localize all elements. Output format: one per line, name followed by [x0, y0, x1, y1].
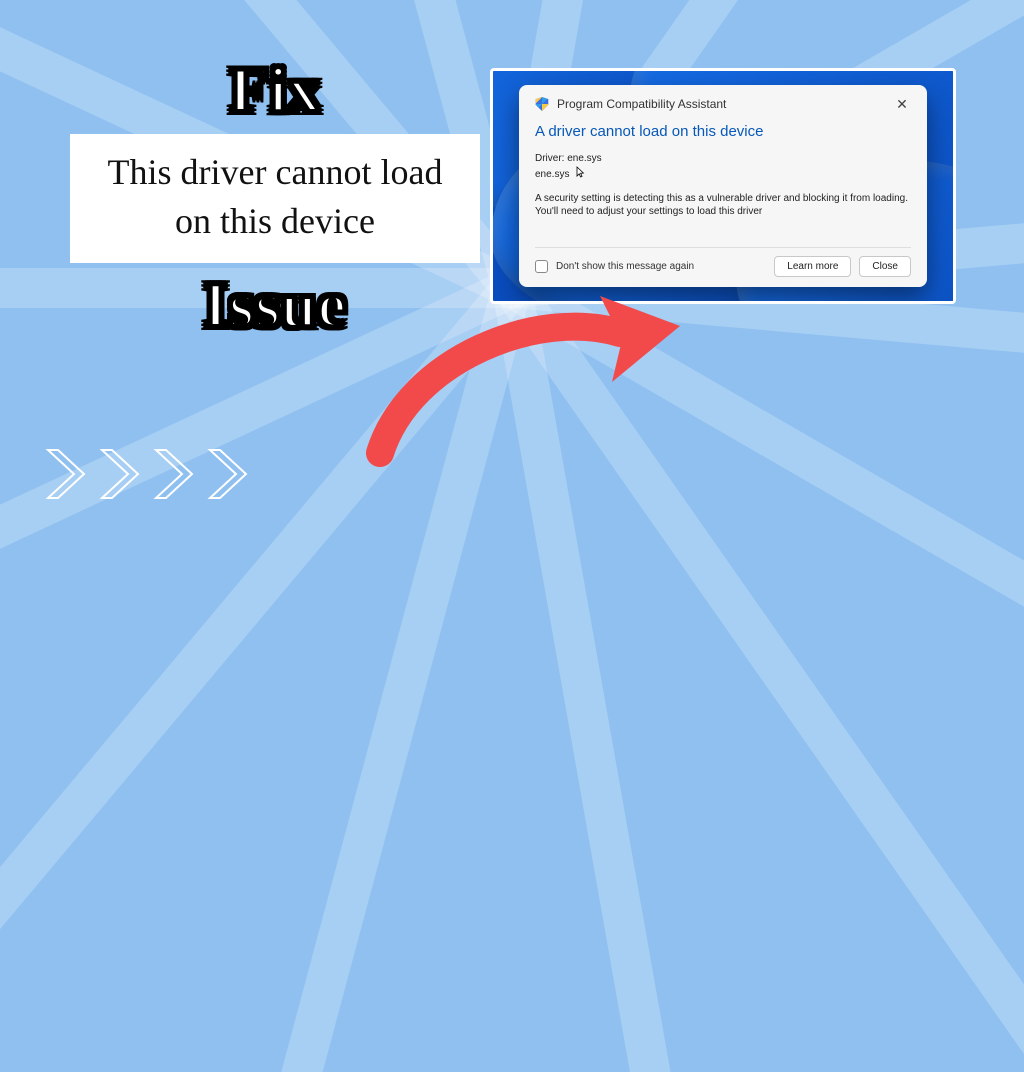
- dont-show-label: Don't show this message again: [556, 261, 694, 272]
- screenshot-panel: Program Compatibility Assistant ✕ A driv…: [490, 68, 956, 304]
- dialog-title-text: Program Compatibility Assistant: [557, 97, 726, 111]
- dialog-footer: Don't show this message again Learn more…: [535, 247, 911, 287]
- dialog-description: A security setting is detecting this as …: [535, 192, 911, 218]
- headline-top: Fix: [70, 58, 480, 122]
- compat-assistant-dialog: Program Compatibility Assistant ✕ A driv…: [519, 85, 927, 287]
- close-icon[interactable]: ✕: [893, 95, 911, 113]
- dialog-body: Driver: ene.sys ene.sys A security setti…: [535, 152, 911, 218]
- chevrons-decoration: [44, 446, 254, 502]
- cursor-icon: [576, 166, 586, 183]
- close-button[interactable]: Close: [859, 256, 911, 277]
- chevron-right-icon: [44, 446, 92, 502]
- headline-card: This driver cannot load on this device: [70, 134, 480, 263]
- chevron-right-icon: [98, 446, 146, 502]
- headline-block: Fix This driver cannot load on this devi…: [70, 58, 480, 337]
- driver-label-line: Driver: ene.sys: [535, 152, 911, 166]
- dialog-titlebar: Program Compatibility Assistant ✕: [535, 95, 911, 113]
- learn-more-button[interactable]: Learn more: [774, 256, 851, 277]
- dont-show-checkbox[interactable]: [535, 260, 548, 273]
- driver-file-line: ene.sys: [535, 169, 569, 180]
- headline-bottom: Issue: [70, 273, 480, 337]
- dialog-heading: A driver cannot load on this device: [535, 123, 911, 140]
- chevron-right-icon: [152, 446, 200, 502]
- chevron-right-icon: [206, 446, 254, 502]
- shield-icon: [535, 97, 549, 111]
